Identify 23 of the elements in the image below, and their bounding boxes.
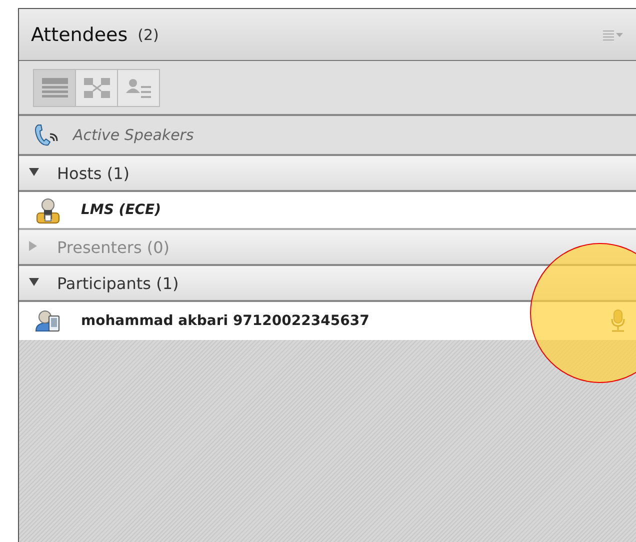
phone-speaker-icon: [33, 123, 59, 147]
details-view-button[interactable]: [117, 68, 160, 106]
list-view-icon: [40, 76, 70, 98]
attendee-name: LMS (ECE): [81, 202, 162, 218]
attendee-count: (2): [138, 26, 159, 44]
group-label: Participants (1): [57, 274, 179, 292]
panel-title: Attendees: [31, 24, 128, 46]
attendee-name: mohammad akbari 97120022345637: [81, 313, 370, 329]
group-header[interactable]: Hosts (1): [19, 156, 636, 192]
expanded-triangle-icon: [29, 168, 39, 176]
attendee-row[interactable]: LMS (ECE): [19, 192, 636, 230]
grid-view-icon: [82, 76, 112, 98]
list-view-button[interactable]: [33, 68, 76, 106]
group-label: Hosts (1): [57, 164, 130, 182]
active-speakers-label: Active Speakers: [73, 126, 194, 144]
person-details-icon: [124, 76, 154, 98]
host-person-icon: [35, 196, 61, 224]
group-label: Presenters (0): [57, 238, 170, 256]
grid-view-button[interactable]: [75, 68, 118, 106]
participant-person-icon: [35, 309, 61, 333]
expanded-triangle-icon: [29, 278, 39, 286]
menu-icon[interactable]: [602, 28, 624, 40]
collapsed-triangle-icon: [29, 240, 37, 250]
